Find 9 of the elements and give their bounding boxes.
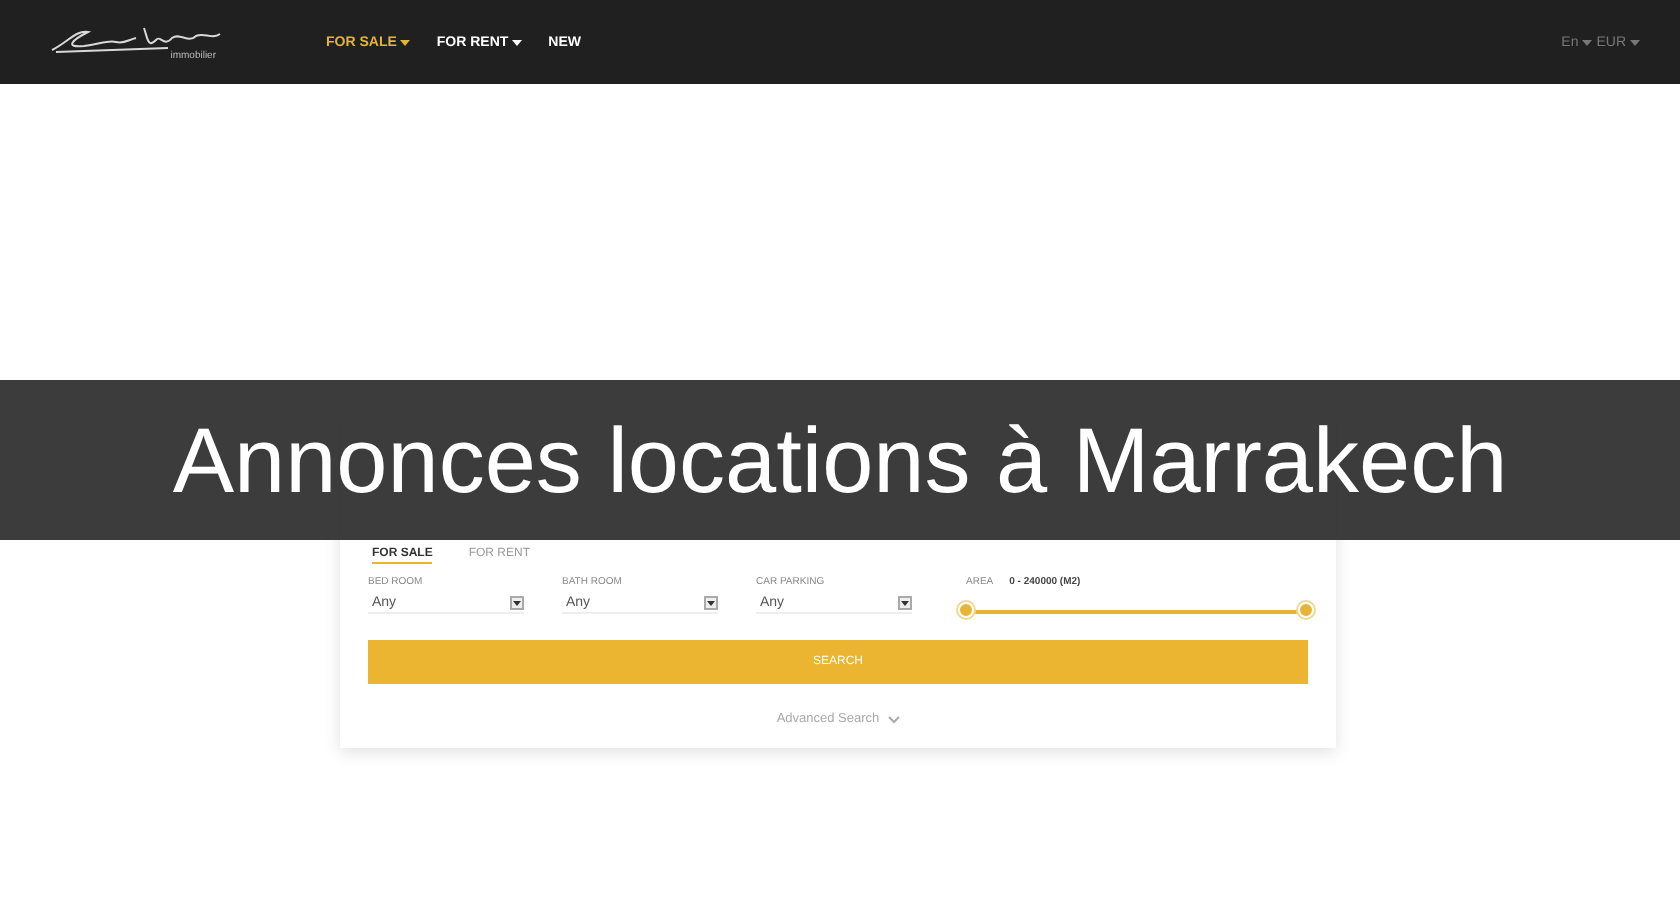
dropdown-arrow-icon bbox=[704, 596, 718, 610]
chevron-icon bbox=[887, 715, 900, 723]
dropdown-arrow-icon bbox=[510, 596, 524, 610]
caret-icon bbox=[1630, 39, 1640, 45]
page-title: Annonces locations à Marrakech bbox=[172, 406, 1508, 514]
slider-handle[interactable] bbox=[1298, 602, 1314, 618]
caret-icon bbox=[1582, 39, 1593, 45]
dropdown-arrow-icon bbox=[898, 596, 912, 610]
slider-handle[interactable] bbox=[958, 602, 974, 618]
